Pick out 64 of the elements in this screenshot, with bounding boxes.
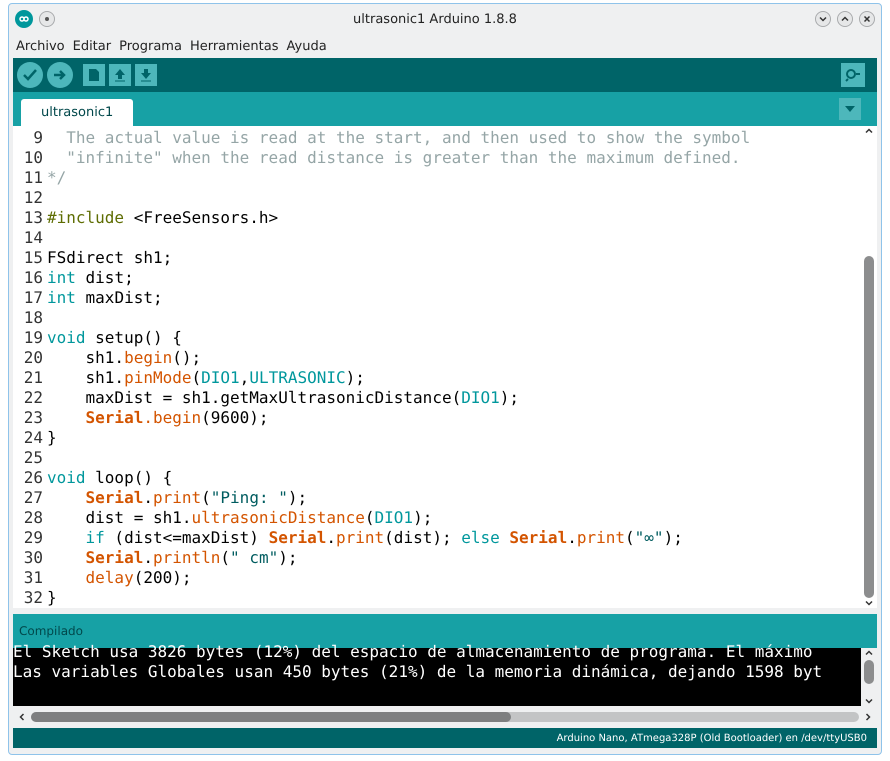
code-line: delay(200); — [84, 568, 192, 588]
upload-button[interactable] — [47, 62, 73, 88]
maximize-button[interactable] — [837, 11, 853, 27]
code-line: int maxDist; — [46, 288, 163, 308]
magnifier-icon — [845, 68, 861, 82]
close-button[interactable] — [859, 11, 875, 27]
code-line: #include <FreeSensors.h> — [46, 208, 278, 228]
document-icon — [88, 68, 100, 82]
code-line: int dist; — [46, 268, 134, 288]
tab-menu-button[interactable] — [839, 98, 861, 120]
code-line: sh1.pinMode(DIO1,ULTRASONIC); — [84, 368, 365, 388]
board-port-label: Arduino Nano, ATmega328P (Old Bootloader) en /dev/ttyUSB0 — [556, 732, 867, 744]
code-line: void setup() { — [46, 328, 182, 348]
close-icon — [862, 14, 872, 24]
code-line: Serial.println(" cm"); — [84, 548, 298, 568]
console-line: Las variables Globales usan 450 bytes (21%) de la memoria dinámica, dejando 1598 byt — [13, 662, 824, 682]
menu-item[interactable]: Ayuda — [284, 38, 330, 54]
serial-monitor-button[interactable] — [841, 63, 865, 87]
scrollbar-thumb[interactable] — [864, 256, 874, 598]
menu-item[interactable]: Programa — [116, 38, 185, 54]
arrow-down-icon — [140, 68, 152, 82]
triangle-down-icon — [845, 106, 855, 112]
new-sketch-button[interactable] — [83, 64, 105, 86]
code-line: if (dist<=maxDist) Serial.print(dist); else Serial.print("∞"); — [84, 528, 683, 548]
verify-button[interactable] — [17, 62, 43, 88]
chevron-up-icon — [840, 14, 850, 24]
chevron-down-icon — [864, 696, 874, 706]
chevron-right-icon — [863, 712, 873, 722]
code-line: "infinite" when the read distance is greater than the maximum defined. — [65, 148, 741, 168]
menu-item[interactable]: Herramientas — [186, 38, 282, 54]
save-button[interactable] — [135, 64, 157, 86]
code-line: sh1.begin(); — [84, 348, 202, 368]
code-line: maxDist = sh1.getMaxUltrasonicDistance(DIO1); — [84, 388, 520, 408]
menu-item[interactable]: Editar — [70, 38, 114, 54]
code-line: } — [46, 588, 57, 608]
code-line: The actual value is read at the start, and then used to show the symbol — [65, 128, 750, 148]
status-message: Compilado — [19, 624, 84, 638]
arrow-up-icon — [114, 68, 126, 82]
code-line: } — [46, 428, 57, 448]
chevron-down-icon — [864, 598, 874, 608]
open-button[interactable] — [109, 64, 131, 86]
chevron-down-icon — [818, 14, 828, 24]
code-line: */ — [46, 168, 66, 188]
scrollbar-thumb[interactable] — [864, 660, 874, 684]
code-line: Serial.begin(9600); — [84, 408, 269, 428]
console-line: El Sketch usa 3826 bytes (12%) del espacio de almacenamiento de programa. El máximo — [13, 642, 814, 662]
window-title: ultrasonic1 Arduino 1.8.8 — [352, 12, 518, 26]
file-tab[interactable]: ultrasonic1 — [21, 99, 134, 126]
code-line: dist = sh1.ultrasonicDistance(DIO1); — [84, 508, 432, 528]
code-line: void loop() { — [46, 468, 172, 488]
checkmark-icon — [23, 69, 37, 81]
dot-icon — [45, 17, 49, 21]
arrow-right-icon — [53, 69, 67, 81]
pin-button[interactable] — [39, 11, 55, 27]
infinity-logo-icon — [15, 10, 33, 28]
menu-item[interactable]: Archivo — [13, 38, 68, 54]
scrollbar-thumb[interactable] — [31, 712, 512, 722]
chevron-left-icon — [17, 712, 27, 722]
minimize-button[interactable] — [815, 11, 831, 27]
code-line: FSdirect sh1; — [46, 248, 172, 268]
chevron-up-icon — [864, 126, 874, 136]
chevron-up-icon — [864, 648, 874, 658]
scrollbar-track[interactable] — [31, 712, 859, 722]
code-line: Serial.print("Ping: "); — [84, 488, 308, 508]
